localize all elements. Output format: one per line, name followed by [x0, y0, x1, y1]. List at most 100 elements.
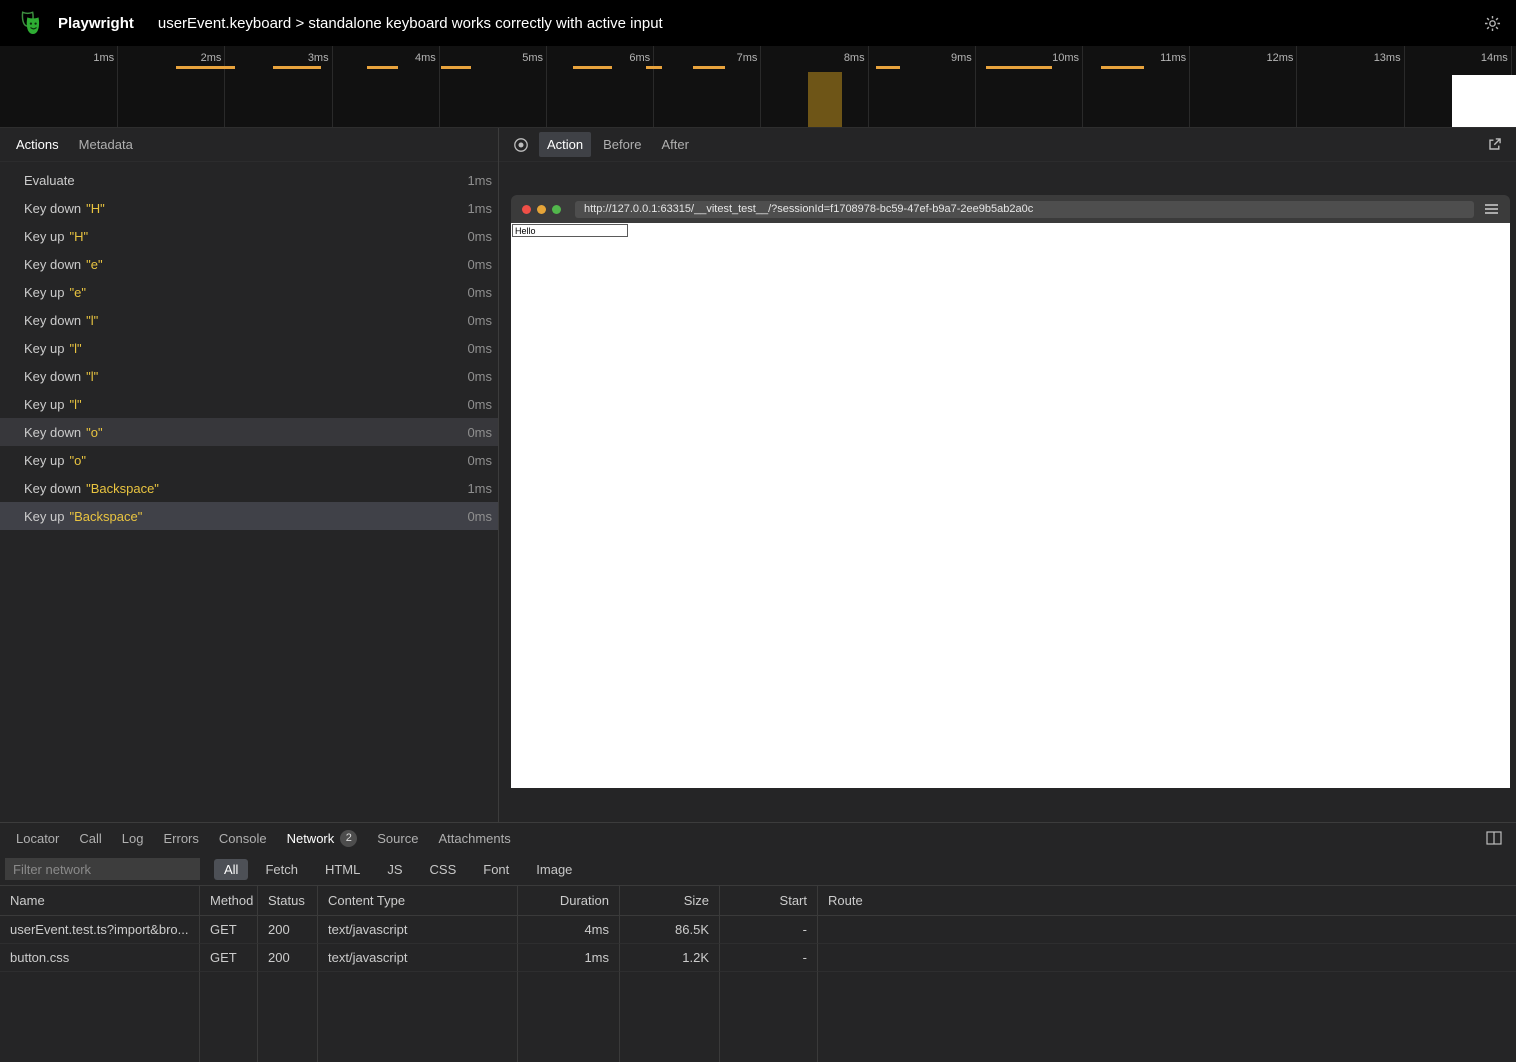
- filter-chip-css[interactable]: CSS: [420, 859, 467, 880]
- action-row[interactable]: Key up "H" 0ms: [0, 222, 498, 250]
- action-key-value: "H": [86, 201, 105, 216]
- action-title: Key up: [24, 509, 64, 524]
- tab-locator[interactable]: Locator: [8, 825, 67, 852]
- network-column-header: Name: [0, 886, 200, 916]
- actions-panel-tabbar: Actions Metadata: [0, 128, 498, 162]
- bottom-tabbar: Locator Call Log Errors Console Network …: [0, 823, 1516, 853]
- timeline-tick-label: 12ms: [1193, 52, 1293, 64]
- network-row[interactable]: userEvent.test.ts?import&bro...GET200tex…: [0, 916, 1516, 944]
- tab-label: Action: [547, 137, 583, 152]
- timeline[interactable]: 1ms2ms3ms4ms5ms6ms7ms8ms9ms10ms11ms12ms1…: [0, 46, 1516, 128]
- tab-label: Errors: [163, 831, 198, 846]
- film-strip-thumbnail[interactable]: [1452, 75, 1516, 127]
- filter-chip-image[interactable]: Image: [526, 859, 582, 880]
- action-row[interactable]: Key up "o" 0ms: [0, 446, 498, 474]
- tab-badge: 2: [340, 830, 357, 847]
- action-key-value: "Backspace": [69, 509, 142, 524]
- page-text-input[interactable]: [512, 224, 628, 237]
- timeline-action-marker[interactable]: [876, 66, 900, 69]
- timeline-selected-range[interactable]: [808, 72, 842, 127]
- tab-after[interactable]: After: [653, 132, 696, 157]
- action-duration: 0ms: [467, 453, 492, 468]
- timeline-action-marker[interactable]: [1101, 66, 1144, 69]
- pick-locator-icon[interactable]: [507, 137, 535, 153]
- action-row[interactable]: Key up "l" 0ms: [0, 334, 498, 362]
- action-duration: 1ms: [467, 201, 492, 216]
- action-row[interactable]: Key down "Backspace" 1ms: [0, 474, 498, 502]
- action-row[interactable]: Evaluate 1ms: [0, 166, 498, 194]
- tab-console[interactable]: Console: [211, 825, 275, 852]
- action-row[interactable]: Key down "o" 0ms: [0, 418, 498, 446]
- network-filter-input[interactable]: [5, 858, 200, 880]
- timeline-tick-label: 9ms: [872, 52, 972, 64]
- timeline-tick-label: 5ms: [443, 52, 543, 64]
- tab-before[interactable]: Before: [595, 132, 649, 157]
- network-cell: 200: [258, 916, 318, 944]
- trace-title: userEvent.keyboard > standalone keyboard…: [158, 15, 663, 32]
- action-title: Key down: [24, 313, 81, 328]
- action-key-value: "e": [86, 257, 102, 272]
- action-row[interactable]: Key down "H" 1ms: [0, 194, 498, 222]
- columns-layout-icon[interactable]: [1480, 831, 1508, 845]
- tab-label: Before: [603, 137, 641, 152]
- tab-source[interactable]: Source: [369, 825, 426, 852]
- action-row[interactable]: Key down "e" 0ms: [0, 250, 498, 278]
- action-title: Key up: [24, 453, 64, 468]
- timeline-gridline: [117, 46, 118, 127]
- timeline-gridline: [760, 46, 761, 127]
- open-external-icon[interactable]: [1481, 137, 1508, 152]
- network-filler-cell: [318, 972, 518, 1062]
- action-row[interactable]: Key down "l" 0ms: [0, 306, 498, 334]
- timeline-action-marker[interactable]: [367, 66, 398, 69]
- tab-actions[interactable]: Actions: [8, 132, 67, 157]
- app-name: Playwright: [58, 15, 134, 32]
- network-cell: 4ms: [518, 916, 620, 944]
- timeline-gridline: [1404, 46, 1405, 127]
- menu-hamburger-icon[interactable]: [1484, 203, 1499, 215]
- filter-chip-fetch[interactable]: Fetch: [255, 859, 308, 880]
- action-row[interactable]: Key down "l" 0ms: [0, 362, 498, 390]
- action-title: Key up: [24, 285, 64, 300]
- timeline-action-marker[interactable]: [176, 66, 235, 69]
- action-key-value: "Backspace": [86, 481, 159, 496]
- tab-label: Source: [377, 831, 418, 846]
- bottom-tabs: Locator Call Log Errors Console Network …: [8, 825, 519, 852]
- action-row[interactable]: Key up "Backspace" 0ms: [0, 502, 498, 530]
- timeline-ruler: 1ms2ms3ms4ms5ms6ms7ms8ms9ms10ms11ms12ms1…: [0, 46, 1516, 127]
- tab-metadata[interactable]: Metadata: [71, 132, 141, 157]
- timeline-action-marker[interactable]: [441, 66, 471, 69]
- settings-gear-icon[interactable]: [1483, 14, 1502, 33]
- tab-log[interactable]: Log: [114, 825, 152, 852]
- network-column-header: Start: [720, 886, 818, 916]
- network-cell: -: [720, 944, 818, 972]
- tab-label: After: [661, 137, 688, 152]
- tab-call[interactable]: Call: [71, 825, 109, 852]
- filter-chip-js[interactable]: JS: [377, 859, 412, 880]
- tab-attachments[interactable]: Attachments: [430, 825, 518, 852]
- network-cell: GET: [200, 916, 258, 944]
- network-filler-cell: [818, 972, 1516, 1062]
- filter-chip-html[interactable]: HTML: [315, 859, 370, 880]
- timeline-gridline: [975, 46, 976, 127]
- action-row[interactable]: Key up "l" 0ms: [0, 390, 498, 418]
- tab-network[interactable]: Network 2: [279, 825, 366, 852]
- timeline-action-marker[interactable]: [646, 66, 662, 69]
- action-key-value: "l": [86, 369, 98, 384]
- timeline-action-marker[interactable]: [573, 66, 613, 69]
- url-bar[interactable]: http://127.0.0.1:63315/__vitest_test__/?…: [575, 201, 1474, 218]
- filter-chip-font[interactable]: Font: [473, 859, 519, 880]
- network-filler-cell: [620, 972, 720, 1062]
- network-row[interactable]: button.cssGET200text/javascript1ms1.2K-: [0, 944, 1516, 972]
- action-row[interactable]: Key up "e" 0ms: [0, 278, 498, 306]
- timeline-gridline: [439, 46, 440, 127]
- filter-chip-all[interactable]: All: [214, 859, 248, 880]
- tab-action[interactable]: Action: [539, 132, 591, 157]
- timeline-action-marker[interactable]: [986, 66, 1052, 69]
- timeline-action-marker[interactable]: [273, 66, 321, 69]
- traffic-light-red-icon: [522, 205, 531, 214]
- timeline-gridline: [1082, 46, 1083, 127]
- timeline-action-marker[interactable]: [693, 66, 725, 69]
- network-filler-cell: [518, 972, 620, 1062]
- tab-errors[interactable]: Errors: [155, 825, 206, 852]
- action-title: Key down: [24, 369, 81, 384]
